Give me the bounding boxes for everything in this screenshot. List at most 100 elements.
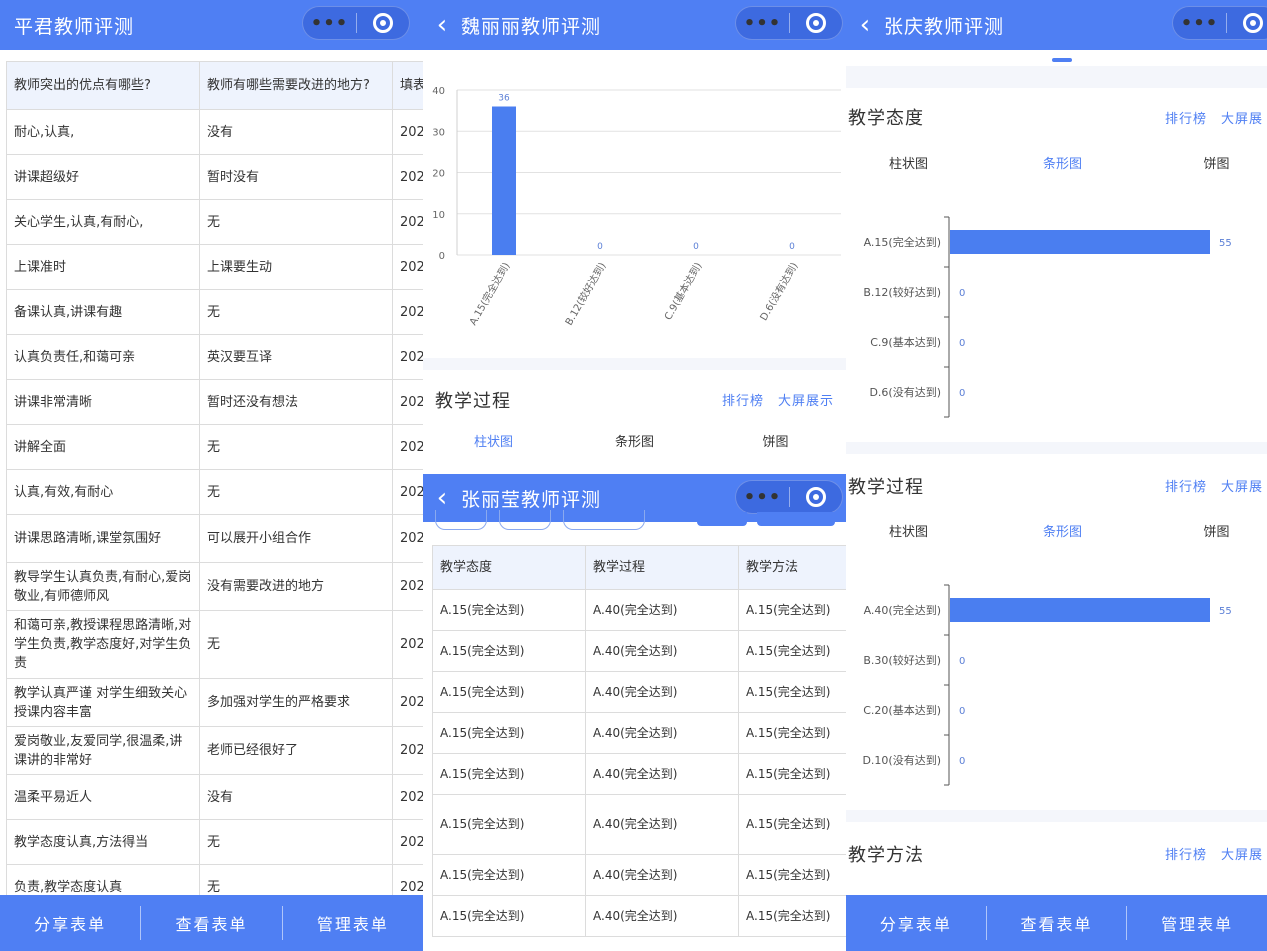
table-cell: A.15(完全达到) [738, 854, 846, 896]
table-cell: 温柔平易近人 [6, 774, 200, 820]
table-row[interactable]: A.15(完全达到) A.40(完全达到) A.15(完全达到) [432, 753, 846, 795]
data-label: 0 [597, 242, 603, 252]
table-cell: 无 [199, 469, 393, 515]
data-label: 0 [959, 288, 965, 299]
close-program-button[interactable] [790, 487, 842, 507]
table-row[interactable]: 认真,有效,有耐心无2022 [6, 469, 423, 515]
ranking-link[interactable]: 排行榜 [1165, 112, 1207, 127]
table-cell: 讲解全面 [6, 424, 200, 470]
pie-chart-tab[interactable]: 饼图 [1154, 153, 1267, 172]
manage-form-tab[interactable]: 管理表单 [283, 911, 423, 935]
table-cell: 2022 [392, 289, 423, 335]
more-menu-button[interactable]: ••• [736, 13, 789, 34]
pie-chart-tab[interactable]: 饼图 [705, 431, 846, 450]
category-label: A.40(完全达到) [864, 603, 941, 617]
more-menu-button[interactable]: ••• [303, 13, 356, 34]
table-row[interactable]: 备课认真,讲课有趣无2022 [6, 289, 423, 335]
view-form-tab[interactable]: 查看表单 [141, 911, 281, 935]
column-chart-tab[interactable]: 柱状图 [846, 521, 971, 540]
section-gap [846, 442, 1267, 454]
table-row[interactable]: A.15(完全达到) A.40(完全达到) A.15(完全达到) [432, 854, 846, 896]
manage-form-tab[interactable]: 管理表单 [1127, 911, 1267, 935]
table-row[interactable]: A.15(完全达到) A.40(完全达到) A.15(完全达到) [432, 630, 846, 672]
table-row[interactable]: 关心学生,认真,有耐心,无2022 [6, 199, 423, 245]
table-row[interactable]: A.15(完全达到) A.40(完全达到) A.15(完全达到) [432, 794, 846, 855]
target-icon [805, 487, 826, 507]
target-icon [1242, 13, 1263, 33]
filter-pill[interactable] [563, 510, 645, 530]
table-row[interactable]: 上课准时上课要生动2022 [6, 244, 423, 290]
table-row[interactable]: 讲课思路清晰,课堂氛围好可以展开小组合作2022 [6, 514, 423, 563]
big-screen-link[interactable]: 大屏展 [1221, 848, 1263, 863]
share-form-tab[interactable]: 分享表单 [0, 911, 140, 935]
table-cell: A.15(完全达到) [738, 630, 846, 672]
back-arrow-icon[interactable]: ‹ [846, 0, 884, 50]
table-row[interactable]: A.15(完全达到) A.40(完全达到) A.15(完全达到) [432, 671, 846, 713]
data-label: 55 [1219, 238, 1232, 249]
ranking-link[interactable]: 排行榜 [1165, 848, 1207, 863]
data-label: 0 [789, 242, 795, 252]
big-screen-link[interactable]: 大屏展示 [778, 394, 834, 409]
table-row[interactable]: 爱岗敬业,友爱同学,很温柔,讲课讲的非常好老师已经很好了2022 [6, 726, 423, 775]
table-cell: A.15(完全达到) [432, 794, 586, 855]
share-form-tab[interactable]: 分享表单 [846, 911, 986, 935]
view-form-tab[interactable]: 查看表单 [987, 911, 1127, 935]
ranking-link[interactable]: 排行榜 [1165, 480, 1207, 495]
table-cell: 老师已经很好了 [199, 726, 393, 775]
bar-chart-tab[interactable]: 条形图 [971, 153, 1154, 172]
table-cell: 没有 [199, 109, 393, 155]
filter-pill[interactable] [435, 510, 487, 530]
table-cell: 2022 [392, 469, 423, 515]
table-cell: 暂时没有 [199, 154, 393, 200]
table-row[interactable]: A.15(完全达到) A.40(完全达到) A.15(完全达到) [432, 589, 846, 631]
table-cell: 无 [199, 289, 393, 335]
action-button[interactable] [697, 512, 747, 526]
filter-pill[interactable] [499, 510, 551, 530]
mini-program-capsule: ••• [1172, 6, 1267, 40]
table-cell: A.15(完全达到) [432, 671, 586, 713]
section-links: 排行榜 大屏展 [1151, 476, 1263, 495]
vertical-bar-chart: 0 10 20 30 40 36 A.15(完全达到) 0 B.12(较好达到) 0 C.9(基本达… [432, 86, 841, 328]
ranking-link[interactable]: 排行榜 [722, 394, 764, 409]
filter-pills [423, 510, 846, 544]
table-cell: A.15(完全达到) [738, 712, 846, 754]
big-screen-link[interactable]: 大屏展 [1221, 480, 1263, 495]
table-cell: A.15(完全达到) [432, 854, 586, 896]
table-cell: 2022 [392, 424, 423, 470]
bar-chart-tab[interactable]: 条形图 [971, 521, 1154, 540]
table-cell: 2022 [392, 514, 423, 563]
back-arrow-icon[interactable]: ‹ [423, 0, 461, 50]
table-row[interactable]: 讲课非常清晰暂时还没有想法2022 [6, 379, 423, 425]
table-row[interactable]: 教导学生认真负责,有耐心,爱岗敬业,有师德师风没有需要改进的地方2022 [6, 562, 423, 611]
section-title: 教学过程 [848, 477, 924, 498]
table-header-row: 教师突出的优点有哪些? 教师有哪些需要改进的地方? 填表 [6, 61, 423, 110]
bar-chart-tab[interactable]: 条形图 [564, 431, 705, 450]
table-row[interactable]: 讲课超级好暂时没有2022 [6, 154, 423, 200]
table-cell: 2022 [392, 819, 423, 865]
column-header: 教学态度 [432, 545, 586, 590]
table-row[interactable]: 认真负责任,和蔼可亲英汉要互译2022 [6, 334, 423, 380]
pie-chart-tab[interactable]: 饼图 [1154, 521, 1267, 540]
table-row[interactable]: 教学认真严谨 对学生细致关心 授课内容丰富多加强对学生的严格要求2022 [6, 678, 423, 727]
table-row[interactable]: 耐心,认真,没有2022 [6, 109, 423, 155]
table-row[interactable]: 讲解全面无2022 [6, 424, 423, 470]
more-menu-button[interactable]: ••• [1173, 13, 1226, 34]
close-program-button[interactable] [357, 13, 409, 33]
action-button[interactable] [757, 512, 835, 526]
column-chart-tab[interactable]: 柱状图 [423, 431, 564, 450]
close-program-button[interactable] [1227, 13, 1267, 33]
table-row[interactable]: 教学态度认真,方法得当无2022 [6, 819, 423, 865]
table-row[interactable]: A.15(完全达到) A.40(完全达到) A.15(完全达到) [432, 895, 846, 937]
table-row[interactable]: 温柔平易近人没有2022 [6, 774, 423, 820]
close-program-button[interactable] [790, 13, 842, 33]
table-cell: 没有需要改进的地方 [199, 562, 393, 611]
table-row[interactable]: 和蔼可亲,教授课程思路清晰,对学生负责,教学态度好,对学生负责无2022 [6, 610, 423, 679]
column-header: 教学方法 [738, 545, 846, 590]
scores-table-wrap[interactable]: 教学态度 教学过程 教学方法 A.15(完全达到) A.40(完全达到) A.15(完全… [423, 545, 846, 951]
column-chart-tab[interactable]: 柱状图 [846, 153, 971, 172]
more-menu-button[interactable]: ••• [736, 487, 789, 508]
table-row[interactable]: A.15(完全达到) A.40(完全达到) A.15(完全达到) [432, 712, 846, 754]
table-cell: 2022 [392, 109, 423, 155]
target-icon [805, 13, 826, 33]
big-screen-link[interactable]: 大屏展 [1221, 112, 1263, 127]
